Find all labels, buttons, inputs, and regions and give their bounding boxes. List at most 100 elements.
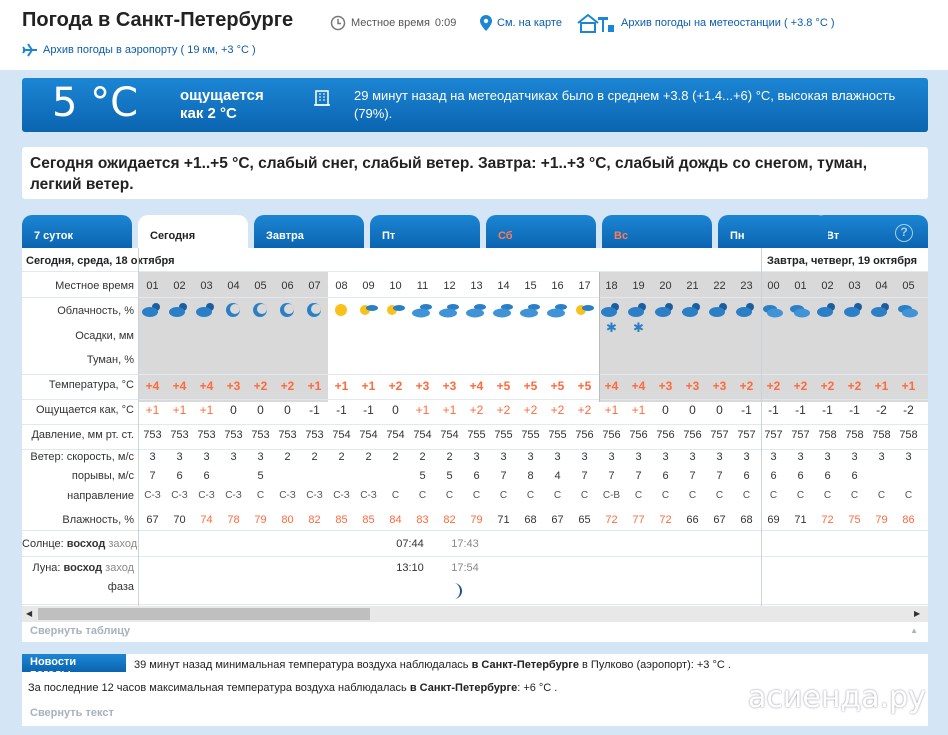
- hour-cell: 01: [146, 280, 159, 292]
- gust-cell: 5: [446, 470, 453, 482]
- wind-cell: 3: [527, 451, 534, 463]
- tab-1[interactable]: Сегодня: [138, 215, 248, 248]
- tab-5[interactable]: Вс: [602, 215, 712, 248]
- collapse-table-link[interactable]: Свернуть таблицу ▲: [22, 622, 928, 642]
- current-weather-panel: 5 °C ощущается как 2 °C 29 минут назад н…: [22, 78, 928, 132]
- temp-cell: +3: [658, 379, 673, 393]
- hour-cell: 00: [767, 280, 780, 292]
- pressure-cell: 753: [170, 429, 189, 441]
- moon-phase-icon: [454, 583, 462, 599]
- hour-cell: 20: [659, 280, 672, 292]
- temp-cell: +3: [712, 379, 727, 393]
- dir-cell: С: [634, 490, 643, 501]
- hour-cell: 14: [497, 280, 510, 292]
- hour-cell: 15: [524, 280, 537, 292]
- feels-cell: 0: [230, 403, 237, 417]
- station-archive-link[interactable]: Архив погоды на метеостанции ( +3.8 °C ): [576, 13, 835, 33]
- feels-cell: -1: [309, 403, 320, 417]
- sunset-time: 17:43: [451, 538, 479, 550]
- hour-cell: 12: [443, 280, 456, 292]
- hour-cell: 08: [335, 280, 348, 292]
- dir-cell: С: [769, 490, 778, 501]
- tab-6[interactable]: Пн: [718, 215, 828, 248]
- humidity-cell: 70: [173, 514, 186, 526]
- forecast-summary: Сегодня ожидается +1..+5 °C, слабый снег…: [22, 147, 928, 199]
- clock-icon: [330, 15, 346, 31]
- dir-cell: С-З: [306, 490, 323, 501]
- humidity-cell: 67: [713, 514, 726, 526]
- temp-cell: +3: [442, 379, 457, 393]
- scroll-left-icon[interactable]: ◀: [26, 609, 32, 618]
- scroll-right-icon[interactable]: ▶: [914, 609, 920, 618]
- help-icon[interactable]: ?: [895, 224, 913, 242]
- pressure-cell: 754: [440, 429, 459, 441]
- dir-cell: С-З: [360, 490, 377, 501]
- temp-cell: +4: [145, 379, 160, 393]
- cloud-moon-icon: [709, 303, 727, 317]
- airport-archive-link[interactable]: Архив погоды в аэропорту ( 19 км, +3 °C …: [22, 43, 256, 57]
- pressure-cell: 756: [683, 429, 702, 441]
- dir-cell: С: [904, 490, 913, 501]
- wind-cell: 2: [392, 451, 399, 463]
- wind-cell: 3: [500, 451, 507, 463]
- gust-cell: 6: [203, 470, 210, 482]
- humidity-cell: 68: [740, 514, 753, 526]
- pressure-cell: 756: [656, 429, 675, 441]
- news-line-2-city: в Санкт-Петербурге: [409, 682, 518, 694]
- tab-2[interactable]: Завтра: [254, 215, 364, 248]
- humidity-cell: 79: [254, 514, 267, 526]
- humidity-cell: 67: [146, 514, 159, 526]
- watermark: асиенда.ру: [748, 680, 926, 715]
- row-label-gusts: порывы, м/с: [71, 470, 134, 482]
- feels-cell: +1: [415, 403, 430, 417]
- feels-cell: -1: [795, 403, 806, 417]
- hour-cell: 06: [281, 280, 294, 292]
- tab-4[interactable]: Сб: [486, 215, 596, 248]
- row-divider: [22, 530, 928, 531]
- hour-cell: 03: [848, 280, 861, 292]
- temp-cell: +2: [388, 379, 403, 393]
- feels-cell: -1: [741, 403, 752, 417]
- station-archive-label: Архив погоды на метеостанции ( +3.8 °C ): [621, 17, 835, 29]
- humidity-cell: 69: [767, 514, 780, 526]
- humidity-cell: 71: [794, 514, 807, 526]
- pressure-cell: 755: [521, 429, 540, 441]
- humidity-cell: 72: [659, 514, 672, 526]
- hour-cell: 18: [605, 280, 618, 292]
- temp-cell: +5: [523, 379, 538, 393]
- cloud-moon-icon: [844, 303, 862, 317]
- scrollbar-thumb[interactable]: [38, 608, 370, 620]
- pressure-cell: 753: [251, 429, 270, 441]
- tab-3[interactable]: Пт: [370, 215, 480, 248]
- hour-cell: 11: [416, 280, 429, 292]
- wind-cell: 3: [635, 451, 642, 463]
- humidity-cell: 72: [821, 514, 834, 526]
- temp-cell: +4: [172, 379, 187, 393]
- dir-cell: С: [526, 490, 535, 501]
- humidity-cell: 75: [848, 514, 861, 526]
- map-link-label: См. на карте: [497, 17, 562, 29]
- wind-cell: 3: [662, 451, 669, 463]
- feels-cell: -2: [876, 403, 887, 417]
- collapse-text-link[interactable]: Свернуть текст: [30, 707, 114, 719]
- moon-label: Луна:: [32, 562, 61, 574]
- pressure-cell: 753: [224, 429, 243, 441]
- cloudy-sun-icon: [547, 304, 567, 318]
- horizontal-scrollbar[interactable]: ◀ ▶: [22, 606, 928, 622]
- pressure-cell: 757: [710, 429, 729, 441]
- sunset-label: заход: [108, 538, 138, 550]
- humidity-cell: 82: [443, 514, 456, 526]
- today-date: Сегодня, среда, 18 октября: [26, 255, 175, 267]
- wind-cell: 3: [176, 451, 183, 463]
- overcast-icon: [790, 305, 810, 318]
- page-title: Погода в Санкт-Петербурге: [22, 9, 294, 31]
- row-label-time: Местное время: [55, 280, 134, 292]
- hour-cell: 21: [686, 280, 699, 292]
- tab-0[interactable]: 7 суток: [22, 215, 132, 248]
- dir-cell: С: [553, 490, 562, 501]
- temp-cell: +4: [469, 379, 484, 393]
- humidity-cell: 66: [686, 514, 699, 526]
- row-label-precip: Осадки, мм: [75, 330, 134, 342]
- dir-cell: С-В: [602, 490, 621, 501]
- map-link[interactable]: См. на карте: [480, 15, 562, 31]
